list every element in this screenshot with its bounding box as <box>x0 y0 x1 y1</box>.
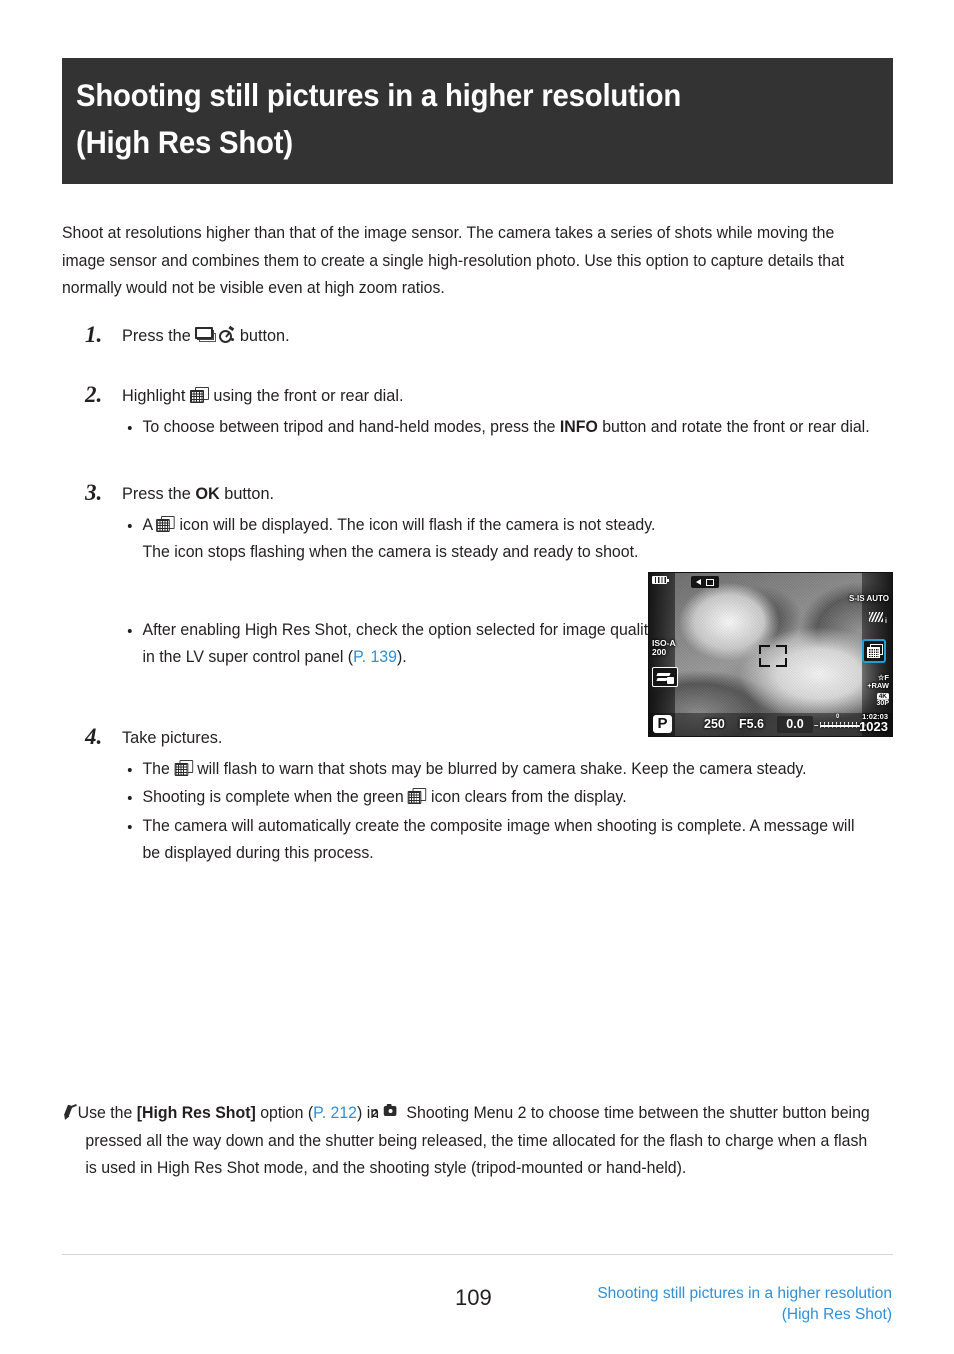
hrs-grid-frame <box>867 647 880 658</box>
step-3-text-after: button. <box>219 484 275 503</box>
high-res-shot-indicator-icon <box>862 639 886 663</box>
aperture-readout: F5.6 <box>739 716 765 731</box>
step-4: 4. Take pictures. The will flash to warn… <box>62 724 894 868</box>
list-item: The camera will automatically create the… <box>122 813 875 868</box>
page-link-212[interactable]: P. 212 <box>313 1104 357 1122</box>
bullet-text-1: The <box>142 759 175 778</box>
bullet-text-2: icon clears from the display. <box>426 788 627 806</box>
exposure-mode-badge: P <box>653 715 672 733</box>
exposure-scale-zero: 0 <box>836 714 840 720</box>
movie-sound-icon <box>691 576 719 588</box>
shutter-speed-readout: 250 <box>704 716 725 731</box>
flash-bar-1 <box>656 673 671 676</box>
bullet-text-1: To choose between tripod and hand-held m… <box>142 418 560 436</box>
speaker-cone <box>696 579 701 585</box>
high-res-shot-icon <box>156 515 176 533</box>
tip-block: Use the [High Res Shot] option (P. 212) … <box>62 1100 894 1183</box>
running-header-line-2: (High Res Shot) <box>781 1306 892 1323</box>
af-bracket-top-right <box>776 645 787 654</box>
shooting-menu-2-icon: 2 <box>372 1103 402 1122</box>
af-bracket-top-left <box>759 645 770 654</box>
step-4-number: 4. <box>85 723 103 749</box>
list-item: A icon will be displayed. The icon will … <box>122 512 674 567</box>
step-1-number: 1. <box>85 322 103 347</box>
step-1-heading: Press the button. <box>122 322 894 350</box>
battery-icon <box>652 576 669 584</box>
af-bracket-bottom-left <box>759 658 770 667</box>
exposure-scale: – 0 + <box>814 714 867 730</box>
movie-framerate: 30P <box>876 700 889 707</box>
af-bracket-bottom-right <box>776 658 787 667</box>
step-2-number: 2. <box>85 382 103 407</box>
exposure-compensation-value: 0.0 <box>786 717 804 731</box>
bullet-text-1: Shooting is complete when the green <box>142 788 409 806</box>
bullet-text-1: The camera will automatically create the… <box>142 816 855 863</box>
tip-text-2: option ( <box>255 1104 314 1122</box>
frames-remaining-readout: 1023 <box>859 719 888 734</box>
bullet-text-2: icon will be displayed. The icon will fl… <box>142 515 656 562</box>
step-2-heading: Highlight using the front or rear dial. <box>122 382 894 410</box>
pencil-tip-icon <box>62 1104 78 1121</box>
tip-bold-option: [High Res Shot] <box>136 1104 256 1122</box>
high-res-shot-icon <box>189 387 209 404</box>
list-item: Shooting is complete when the green icon… <box>122 784 875 812</box>
flash-bar-2 <box>656 678 668 681</box>
flash-bar-3 <box>667 677 674 684</box>
running-header: Shooting still pictures in a higher reso… <box>472 1283 892 1325</box>
picture-mode-icon: i <box>869 610 887 625</box>
tip-text-1: Use the <box>77 1104 137 1122</box>
exposure-scale-bar <box>820 725 860 727</box>
self-timer-icon <box>218 325 235 344</box>
movie-quality-readout: 4K 30P <box>877 693 889 707</box>
af-target-brackets <box>759 645 787 667</box>
high-res-shot-icon <box>408 788 427 805</box>
bullet-text-2: will flash to warn that shots may be blu… <box>192 759 807 778</box>
running-header-line-1: Shooting still pictures in a higher reso… <box>597 1285 892 1302</box>
intro-paragraph: Shoot at resolutions higher than that of… <box>62 224 845 298</box>
high-res-shot-icon <box>174 759 193 777</box>
manual-page: Shooting still pictures in a higher reso… <box>0 0 954 1354</box>
step-2-text-before: Highlight <box>122 387 190 405</box>
step-2-text-after: using the front or rear dial. <box>208 387 404 405</box>
exposure-compensation-box: 0.0 <box>777 716 813 733</box>
sound-level-box <box>706 578 714 586</box>
step-3-text-before: Press the <box>122 484 196 503</box>
iso-readout: ISO-A 200 <box>652 638 676 657</box>
step-1: 1. Press the button. <box>62 322 894 350</box>
sequential-shooting-icon <box>195 327 218 344</box>
page-title-line-2: (High Res Shot) <box>76 124 293 160</box>
step-1-text-before: Press the <box>122 327 196 345</box>
page-title-line-1: Shooting still pictures in a higher reso… <box>76 77 682 113</box>
step-4-bullets: The will flash to warn that shots may be… <box>122 756 894 868</box>
step-2-bullets: To choose between tripod and hand-held m… <box>122 414 894 442</box>
step-3-bold-ok: OK <box>195 484 220 503</box>
bullet-text-2: button and rotate the front or rear dial… <box>597 418 870 436</box>
bullet-text-2: ). <box>396 648 407 666</box>
camera-live-view-screenshot: ISO-A 200 S-IS AUTO i ☆F +RAW 4K 30P P 2… <box>648 572 893 737</box>
step-2: 2. Highlight using the front or rear dia… <box>62 382 894 442</box>
exposure-scale-minus: – <box>814 721 819 730</box>
page-link-139[interactable]: P. 139 <box>353 648 397 666</box>
picture-mode-sub: i <box>885 618 887 625</box>
list-item: The will flash to warn that shots may be… <box>122 756 875 784</box>
bullet-bold-info: INFO <box>559 418 598 436</box>
step-3-heading: Press the OK button. <box>122 480 894 508</box>
bullet-text-1: A <box>142 515 157 534</box>
tip-text-3: ) in <box>357 1104 384 1122</box>
step-1-text-after: button. <box>235 327 290 345</box>
flash-bracket-icon <box>652 667 678 687</box>
image-quality-readout: ☆F +RAW <box>867 673 889 690</box>
stabilizer-readout: S-IS AUTO <box>848 594 889 603</box>
list-item: To choose between tripod and hand-held m… <box>122 414 875 442</box>
footer-divider <box>62 1254 893 1255</box>
step-3-number: 3. <box>85 479 103 505</box>
picture-mode-glyph <box>869 612 883 622</box>
movie-4k-badge: 4K <box>876 693 889 700</box>
tip-text: Use the [High Res Shot] option (P. 212) … <box>62 1100 873 1183</box>
page-title-banner: Shooting still pictures in a higher reso… <box>62 58 893 184</box>
